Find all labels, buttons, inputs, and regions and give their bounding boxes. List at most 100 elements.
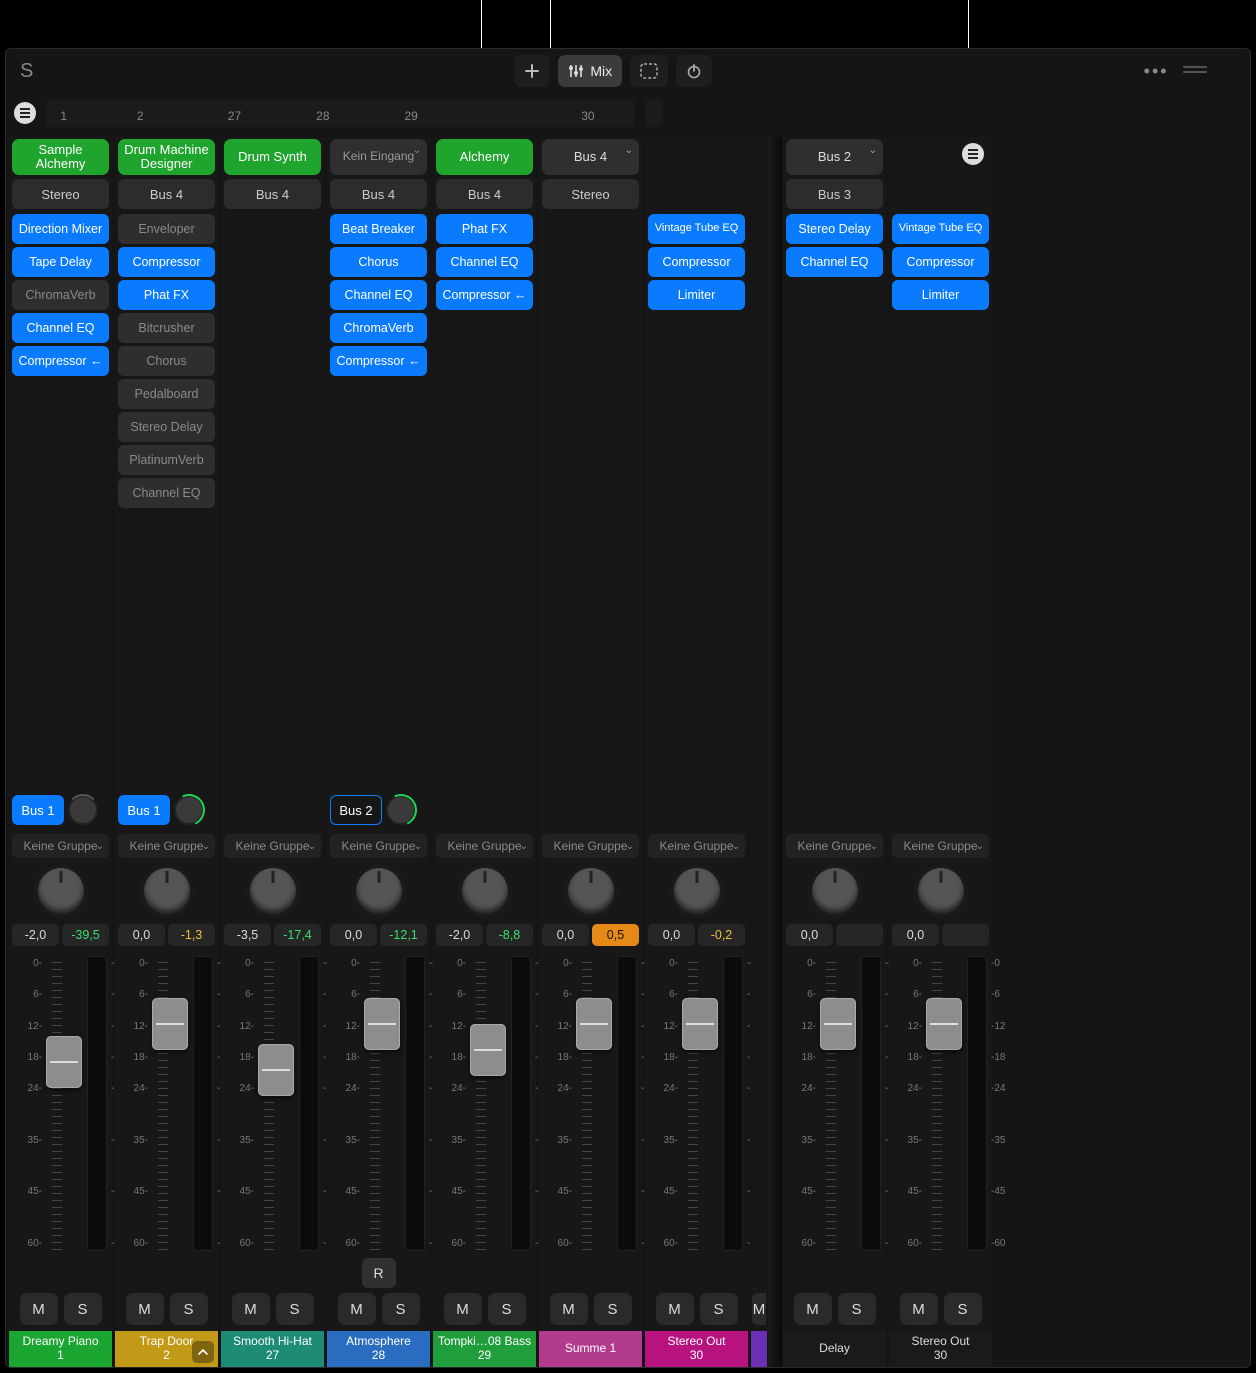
plugin-slot[interactable]: Chorus (330, 247, 427, 277)
plugin-slot[interactable]: Enveloper (118, 214, 215, 244)
plugin-slot[interactable]: Channel EQ (12, 313, 109, 343)
mute-button[interactable]: M (444, 1293, 482, 1325)
group-select[interactable]: Keine Gruppe (648, 834, 745, 858)
fader-handle[interactable] (46, 1036, 82, 1088)
instrument-slot[interactable]: Bus 2 (786, 139, 883, 175)
pan-knob[interactable] (38, 868, 84, 914)
group-select[interactable]: Keine Gruppe (224, 834, 321, 858)
fader-track[interactable] (258, 956, 321, 1251)
more-button[interactable]: ••• (1144, 61, 1169, 82)
solo-button[interactable]: S (170, 1293, 208, 1325)
instrument-slot[interactable]: Alchemy (436, 139, 533, 175)
instrument-slot[interactable]: Drum Machine Designer (118, 139, 215, 175)
send-level-knob[interactable] (174, 795, 204, 825)
plugin-slot[interactable]: Phat FX (436, 214, 533, 244)
mute-button[interactable]: M (232, 1293, 270, 1325)
plugin-slot[interactable]: Vintage Tube EQ (892, 214, 989, 244)
plugin-slot[interactable]: Pedalboard (118, 379, 215, 409)
plugin-slot[interactable]: Compressor ← (330, 346, 427, 376)
solo-button[interactable]: S (944, 1293, 982, 1325)
selection-button[interactable] (630, 55, 668, 87)
group-select[interactable]: Keine Gruppe (786, 834, 883, 858)
plugin-slot[interactable]: Beat Breaker (330, 214, 427, 244)
filter-button[interactable] (962, 143, 984, 165)
fader-handle[interactable] (682, 998, 718, 1050)
channel-footer[interactable]: Dreamy Piano1 (9, 1331, 112, 1367)
fader-track[interactable] (152, 956, 215, 1251)
channel-footer[interactable]: Atmosphere28 (327, 1331, 430, 1367)
pan-knob[interactable] (918, 868, 964, 914)
instrument-slot[interactable]: Bus 4 (542, 139, 639, 175)
group-select[interactable]: Keine Gruppe (12, 834, 109, 858)
pan-knob[interactable] (356, 868, 402, 914)
fader-handle[interactable] (926, 998, 962, 1050)
fader-handle[interactable] (258, 1044, 294, 1096)
solo-button[interactable]: S (64, 1293, 102, 1325)
mute-button[interactable]: M (900, 1293, 938, 1325)
pan-knob[interactable] (812, 868, 858, 914)
instrument-slot[interactable]: Sample Alchemy (12, 139, 109, 175)
group-select[interactable]: Keine Gruppe (330, 834, 427, 858)
fader-track[interactable] (682, 956, 745, 1251)
plugin-slot[interactable]: Compressor (648, 247, 745, 277)
plugin-slot[interactable]: Channel EQ (330, 280, 427, 310)
fader-handle[interactable] (470, 1024, 506, 1076)
fader-handle[interactable] (820, 998, 856, 1050)
pan-knob[interactable] (144, 868, 190, 914)
solo-button[interactable]: S (838, 1293, 876, 1325)
plugin-slot[interactable]: Compressor (118, 247, 215, 277)
channel-footer[interactable]: Stereo Out30 (645, 1331, 748, 1367)
mini-scroll[interactable] (645, 99, 663, 127)
output-routing[interactable]: Bus 4 (118, 179, 215, 209)
mute-button[interactable]: M (126, 1293, 164, 1325)
plugin-slot[interactable]: Tape Delay (12, 247, 109, 277)
plugin-slot[interactable]: Channel EQ (786, 247, 883, 277)
drag-handle-icon[interactable] (1183, 66, 1207, 76)
power-button[interactable] (676, 55, 712, 87)
filter-button[interactable] (14, 102, 36, 124)
plugin-slot[interactable]: Chorus (118, 346, 215, 376)
send-level-knob[interactable] (68, 795, 98, 825)
plugin-slot[interactable]: Compressor ← (12, 346, 109, 376)
send-slot[interactable]: Bus 1 (12, 795, 64, 825)
solo-button[interactable]: S (700, 1293, 738, 1325)
group-select[interactable]: Keine Gruppe (118, 834, 215, 858)
channel-footer[interactable]: Delay (783, 1331, 886, 1367)
group-select[interactable]: Keine Gruppe (436, 834, 533, 858)
plugin-slot[interactable]: Compressor ← (436, 280, 533, 310)
chevron-up-icon[interactable] (192, 1341, 214, 1363)
instrument-slot[interactable]: Drum Synth (224, 139, 321, 175)
mute-button[interactable]: M (794, 1293, 832, 1325)
solo-button[interactable]: S (488, 1293, 526, 1325)
fader-track[interactable] (576, 956, 639, 1251)
add-button[interactable] (514, 55, 550, 87)
channel-footer[interactable]: Summe 1 (539, 1331, 642, 1367)
fader-handle[interactable] (576, 998, 612, 1050)
fader-handle[interactable] (152, 998, 188, 1050)
output-routing[interactable]: Stereo (12, 179, 109, 209)
channel-footer[interactable] (751, 1331, 767, 1367)
fader-track[interactable] (470, 956, 533, 1251)
pan-knob[interactable] (674, 868, 720, 914)
timeline-ruler[interactable]: 1227282930 (46, 99, 635, 127)
plugin-slot[interactable]: Vintage Tube EQ (648, 214, 745, 244)
solo-button[interactable]: S (594, 1293, 632, 1325)
channel-footer[interactable]: Trap Door2 (115, 1331, 218, 1367)
mute-button[interactable]: M (550, 1293, 588, 1325)
plugin-slot[interactable]: ChromaVerb (12, 280, 109, 310)
channel-footer[interactable]: Tompki…08 Bass29 (433, 1331, 536, 1367)
plugin-slot[interactable]: ChromaVerb (330, 313, 427, 343)
send-level-knob[interactable] (386, 795, 416, 825)
record-enable-button[interactable]: R (362, 1258, 396, 1288)
output-routing[interactable]: Bus 4 (330, 179, 427, 209)
plugin-slot[interactable]: Limiter (648, 280, 745, 310)
plugin-slot[interactable]: Stereo Delay (118, 412, 215, 442)
plugin-slot[interactable]: Phat FX (118, 280, 215, 310)
pan-knob[interactable] (462, 868, 508, 914)
channel-footer[interactable]: Stereo Out30 (889, 1331, 992, 1367)
plugin-slot[interactable]: Compressor (892, 247, 989, 277)
send-slot[interactable]: Bus 2 (330, 795, 382, 825)
fader-track[interactable] (46, 956, 109, 1251)
instrument-slot[interactable]: Kein Eingang (330, 139, 427, 175)
pan-knob[interactable] (250, 868, 296, 914)
